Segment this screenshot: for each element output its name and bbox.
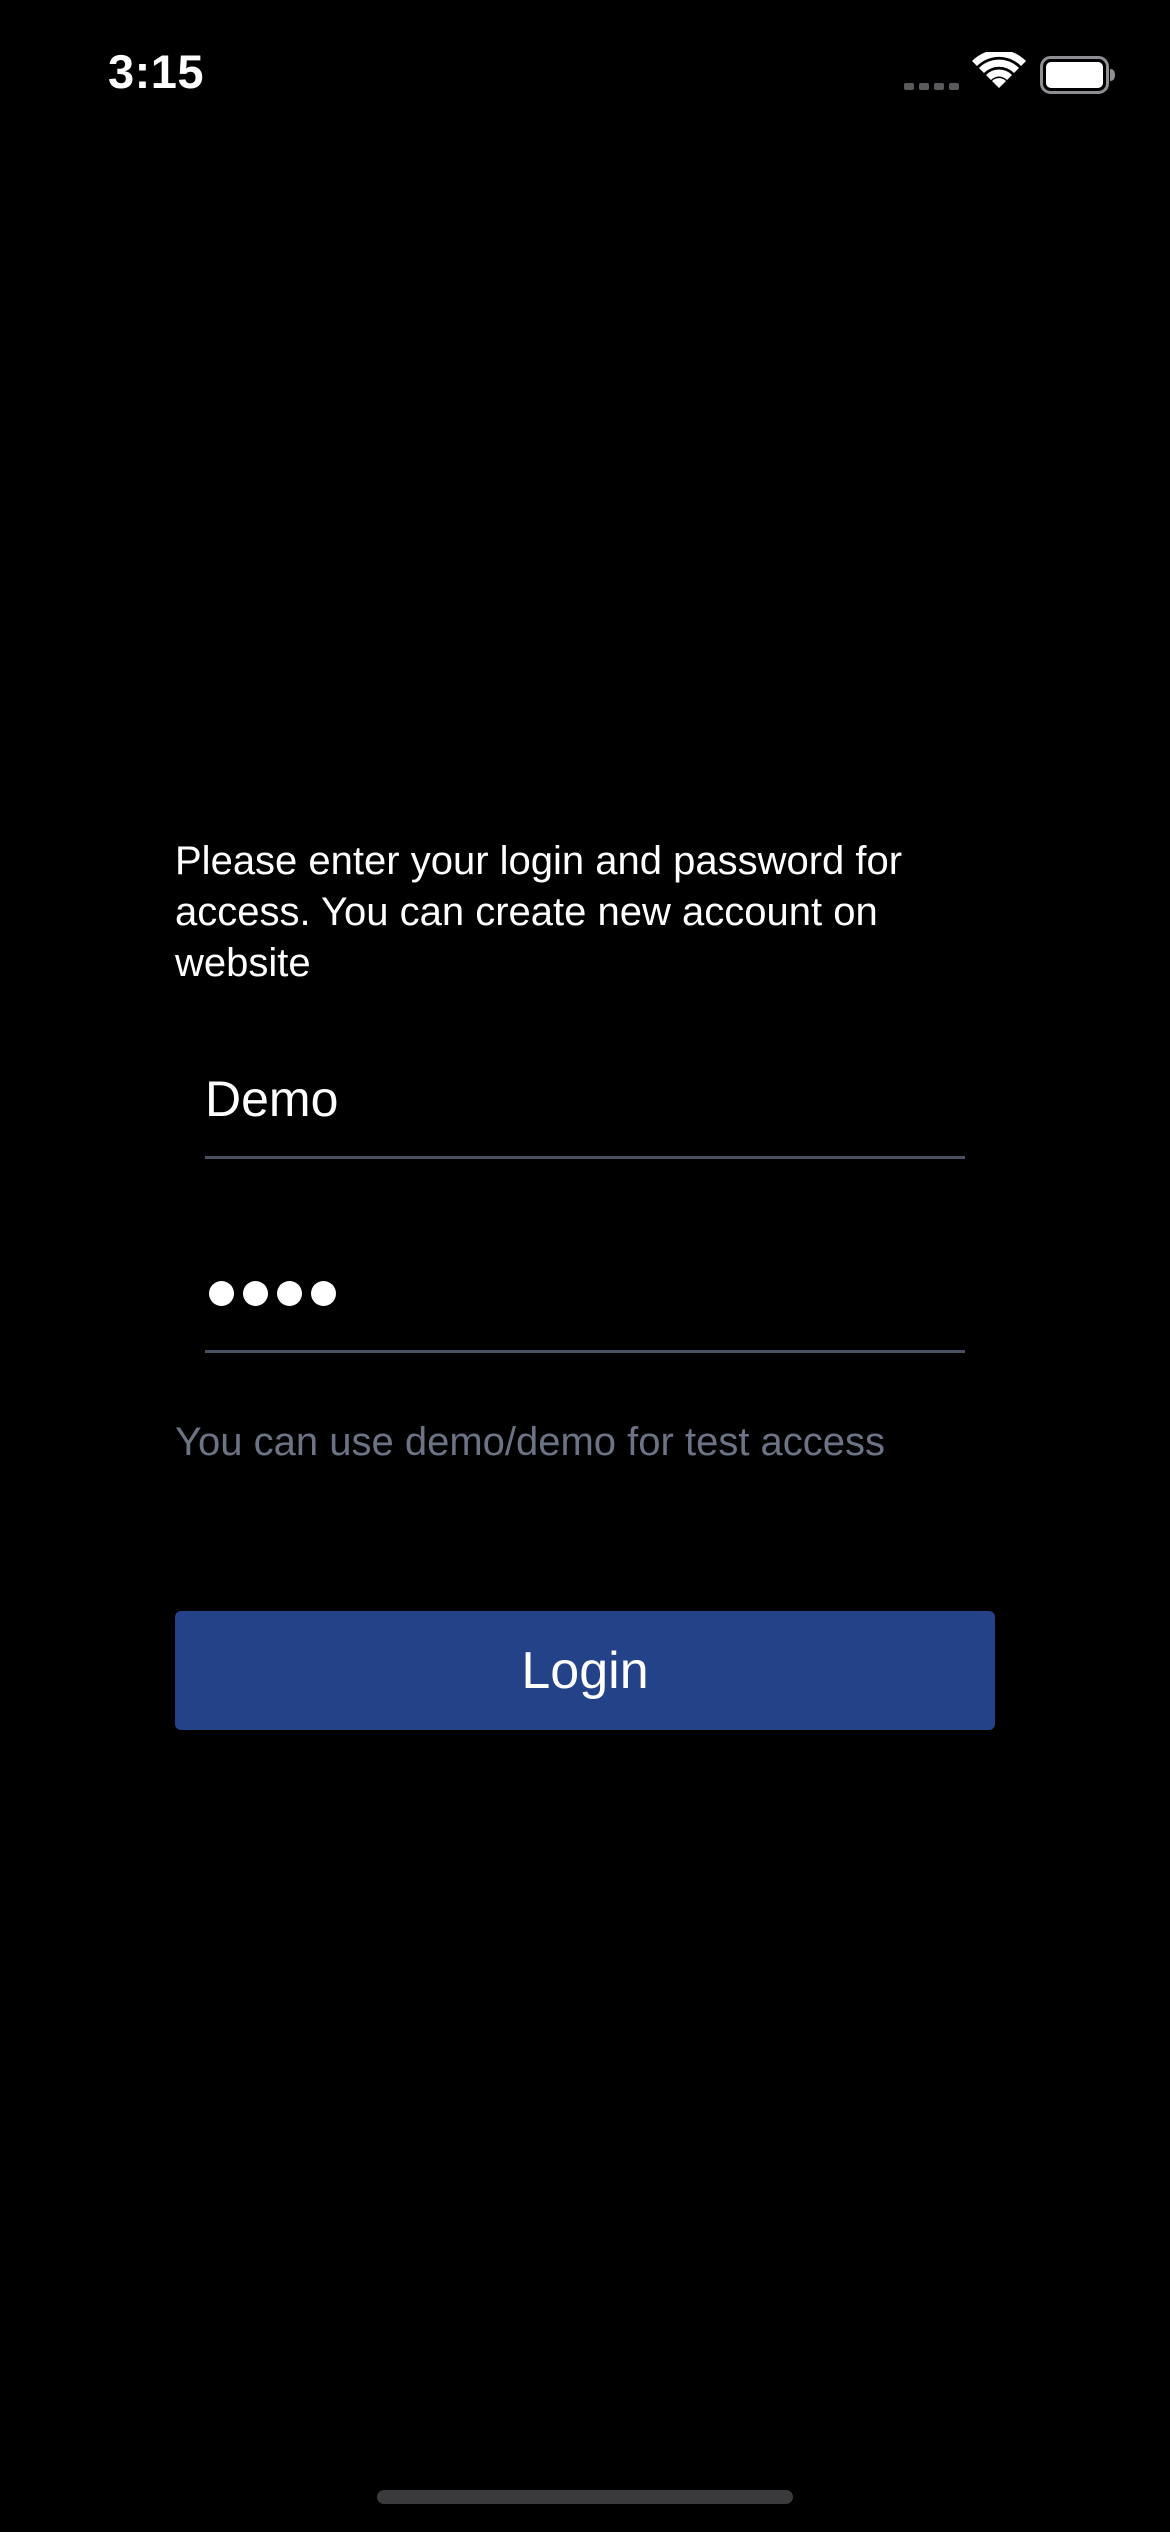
password-dot — [243, 1281, 268, 1306]
home-indicator[interactable] — [377, 2490, 793, 2504]
hint-text: You can use demo/demo for test access — [175, 1420, 886, 1464]
password-dot — [311, 1281, 336, 1306]
login-field-value: Demo — [205, 1071, 339, 1127]
password-dot — [277, 1281, 302, 1306]
intro-text: Please enter your login and password for… — [175, 839, 903, 985]
login-field[interactable]: Demo — [205, 1056, 965, 1159]
login-button[interactable]: Login — [175, 1611, 995, 1730]
login-screen: Please enter your login and password for… — [0, 0, 1170, 2532]
password-dot — [209, 1281, 234, 1306]
password-field[interactable] — [205, 1250, 965, 1353]
password-mask — [209, 1281, 336, 1306]
